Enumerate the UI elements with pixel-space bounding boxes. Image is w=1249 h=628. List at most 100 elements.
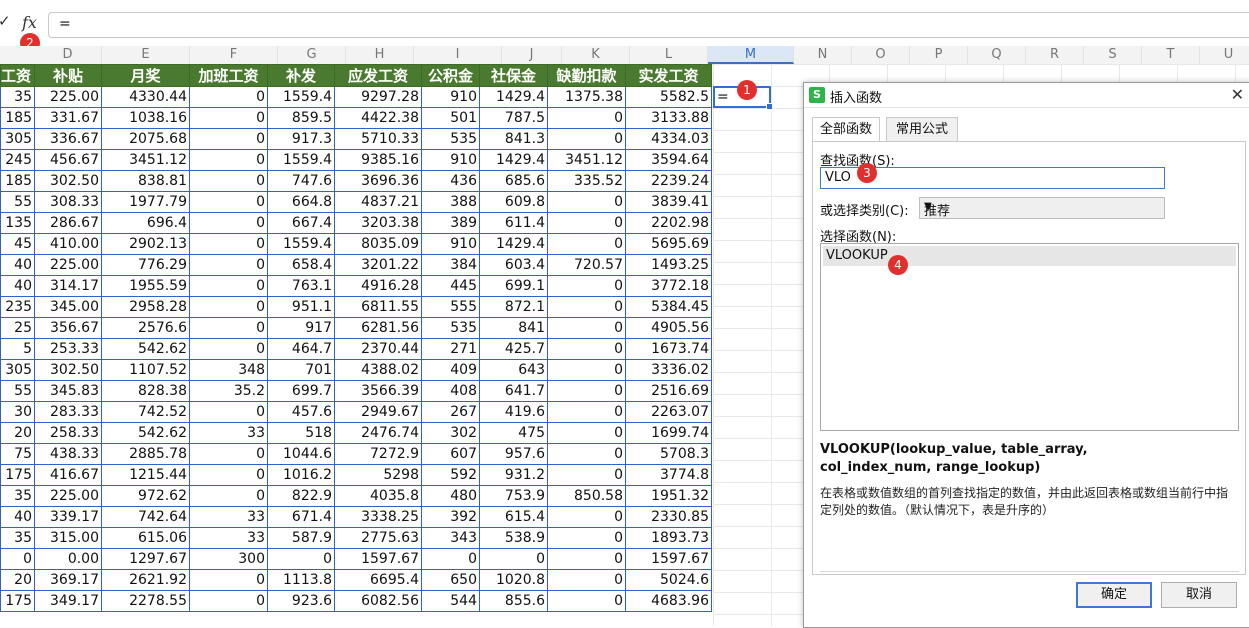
table-cell[interactable]: 7272.9	[334, 443, 422, 465]
table-cell[interactable]: 0	[547, 191, 626, 213]
table-cell[interactable]: 787.5	[479, 107, 548, 129]
table-cell[interactable]: 4388.02	[334, 359, 422, 381]
table-cell[interactable]: 0	[189, 317, 268, 339]
column-header[interactable]: 加班工资	[189, 64, 268, 87]
table-cell[interactable]: 425.7	[479, 338, 548, 360]
table-cell[interactable]: 315.00	[34, 527, 102, 549]
table-cell[interactable]: 0	[479, 548, 548, 570]
table-cell[interactable]: 0	[547, 359, 626, 381]
table-cell[interactable]: 419.6	[479, 401, 548, 423]
table-cell[interactable]: 0	[189, 296, 268, 318]
table-cell[interactable]: 9385.16	[334, 149, 422, 171]
table-cell[interactable]: 40	[0, 275, 35, 297]
table-cell[interactable]: 664.8	[267, 191, 335, 213]
table-cell[interactable]: 4035.8	[334, 485, 422, 507]
table-cell[interactable]: 5298	[334, 464, 422, 486]
table-cell[interactable]: 0	[267, 548, 335, 570]
table-cell[interactable]: 8035.09	[334, 233, 422, 255]
table-cell[interactable]: 1016.2	[267, 464, 335, 486]
table-cell[interactable]: 1699.74	[625, 422, 712, 444]
table-cell[interactable]: 185	[0, 170, 35, 192]
table-cell[interactable]: 699.1	[479, 275, 548, 297]
table-cell[interactable]: 2476.74	[334, 422, 422, 444]
table-cell[interactable]: 0	[547, 338, 626, 360]
table-cell[interactable]: 0	[547, 233, 626, 255]
table-cell[interactable]: 841	[479, 317, 548, 339]
table-cell[interactable]: 0	[421, 548, 480, 570]
table-cell[interactable]: 4422.38	[334, 107, 422, 129]
table-cell[interactable]: 696.4	[101, 212, 190, 234]
table-cell[interactable]: 1429.4	[479, 233, 548, 255]
table-cell[interactable]: 650	[421, 569, 480, 591]
table-cell[interactable]: 0	[547, 506, 626, 528]
column-header[interactable]: 月奖	[101, 64, 190, 87]
column-letter-k[interactable]: K	[562, 46, 630, 64]
table-cell[interactable]: 2239.24	[625, 170, 712, 192]
table-cell[interactable]: 1597.67	[334, 548, 422, 570]
table-cell[interactable]: 388	[421, 191, 480, 213]
table-cell[interactable]: 258.33	[34, 422, 102, 444]
table-cell[interactable]: 1429.4	[479, 86, 548, 108]
table-cell[interactable]: 480	[421, 485, 480, 507]
table-cell[interactable]: 331.67	[34, 107, 102, 129]
table-cell[interactable]: 384	[421, 254, 480, 276]
table-cell[interactable]: 0	[547, 401, 626, 423]
table-cell[interactable]: 35	[0, 485, 35, 507]
table-cell[interactable]: 535	[421, 128, 480, 150]
column-letter-r[interactable]: R	[1026, 46, 1084, 64]
table-cell[interactable]: 369.17	[34, 569, 102, 591]
table-cell[interactable]: 349.17	[34, 590, 102, 612]
table-cell[interactable]: 392	[421, 506, 480, 528]
table-cell[interactable]: 720.57	[547, 254, 626, 276]
tab-all-functions[interactable]: 全部函数	[812, 117, 880, 142]
table-cell[interactable]: 2370.44	[334, 338, 422, 360]
table-cell[interactable]: 1559.4	[267, 86, 335, 108]
table-cell[interactable]: 5710.33	[334, 128, 422, 150]
table-cell[interactable]: 0	[189, 401, 268, 423]
table-cell[interactable]: 2278.55	[101, 590, 190, 612]
table-cell[interactable]: 0	[547, 569, 626, 591]
table-cell[interactable]: 2263.07	[625, 401, 712, 423]
insert-function-fx-icon[interactable]: fx	[22, 13, 37, 32]
table-cell[interactable]: 763.1	[267, 275, 335, 297]
table-cell[interactable]: 6281.56	[334, 317, 422, 339]
table-cell[interactable]: 175	[0, 590, 35, 612]
table-cell[interactable]: 345.00	[34, 296, 102, 318]
table-cell[interactable]: 3338.25	[334, 506, 422, 528]
table-cell[interactable]: 742.64	[101, 506, 190, 528]
table-cell[interactable]: 253.33	[34, 338, 102, 360]
column-header[interactable]: 社保金	[479, 64, 548, 87]
table-cell[interactable]: 555	[421, 296, 480, 318]
table-cell[interactable]: 542.62	[101, 338, 190, 360]
table-cell[interactable]: 0	[547, 380, 626, 402]
column-letter-u[interactable]: U	[1200, 46, 1249, 64]
table-cell[interactable]: 0.00	[34, 548, 102, 570]
table-cell[interactable]: 3203.38	[334, 212, 422, 234]
table-cell[interactable]: 25	[0, 317, 35, 339]
table-cell[interactable]: 2902.13	[101, 233, 190, 255]
table-cell[interactable]: 923.6	[267, 590, 335, 612]
table-cell[interactable]: 0	[547, 212, 626, 234]
column-header[interactable]: 实发工资	[625, 64, 712, 87]
table-cell[interactable]: 33	[189, 506, 268, 528]
category-select[interactable]: 推荐 ▼	[919, 197, 1165, 219]
table-cell[interactable]: 1107.52	[101, 359, 190, 381]
table-cell[interactable]: 345.83	[34, 380, 102, 402]
table-cell[interactable]: 2576.6	[101, 317, 190, 339]
table-cell[interactable]: 4916.28	[334, 275, 422, 297]
table-cell[interactable]: 3451.12	[547, 149, 626, 171]
table-cell[interactable]: 609.8	[479, 191, 548, 213]
table-cell[interactable]: 35	[0, 86, 35, 108]
table-cell[interactable]: 6695.4	[334, 569, 422, 591]
ok-button[interactable]: 确定	[1076, 582, 1152, 608]
table-cell[interactable]: 235	[0, 296, 35, 318]
table-cell[interactable]: 1044.6	[267, 443, 335, 465]
table-cell[interactable]: 667.4	[267, 212, 335, 234]
table-cell[interactable]: 1375.38	[547, 86, 626, 108]
table-cell[interactable]: 5695.69	[625, 233, 712, 255]
table-cell[interactable]: 951.1	[267, 296, 335, 318]
column-header[interactable]: 工资	[0, 64, 35, 87]
table-cell[interactable]: 1038.16	[101, 107, 190, 129]
table-cell[interactable]: 822.9	[267, 485, 335, 507]
table-cell[interactable]: 671.4	[267, 506, 335, 528]
